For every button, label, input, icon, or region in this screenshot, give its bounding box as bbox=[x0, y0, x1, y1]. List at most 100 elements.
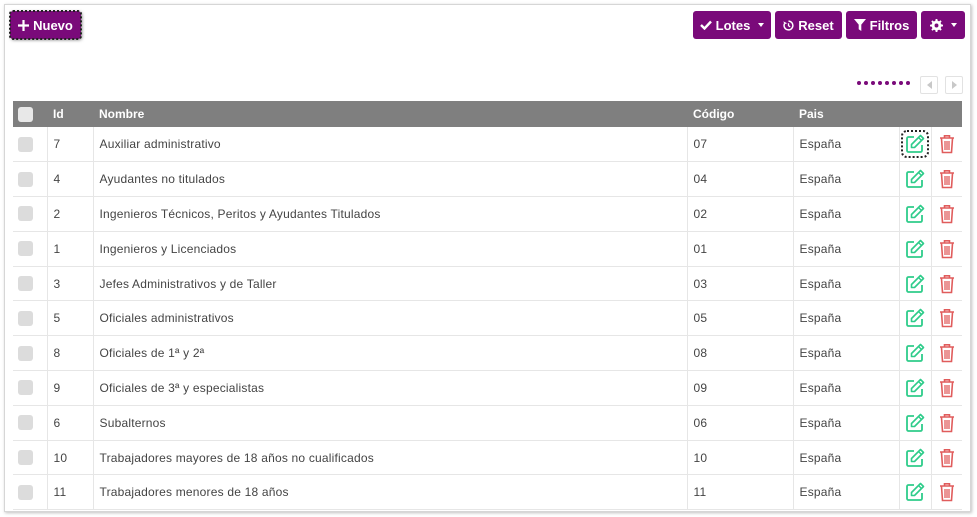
row-checkbox[interactable] bbox=[18, 241, 33, 257]
table-row[interactable]: 7 Auxiliar administrativo 07 España bbox=[13, 127, 962, 162]
new-button-label: Nuevo bbox=[33, 17, 73, 33]
cell-pais: España bbox=[793, 161, 900, 197]
trash-icon bbox=[939, 344, 954, 363]
row-checkbox[interactable] bbox=[18, 450, 33, 466]
delete-button[interactable] bbox=[935, 341, 959, 365]
cell-codigo: 08 bbox=[687, 335, 794, 371]
chevron-down-icon bbox=[758, 23, 765, 27]
grid-panel: Nuevo Lotes Reset Filtros Id Nombre Códi… bbox=[4, 4, 971, 512]
cell-nombre: Oficiales de 1ª y 2ª bbox=[93, 335, 688, 371]
row-checkbox[interactable] bbox=[18, 206, 33, 222]
funnel-icon bbox=[853, 19, 866, 31]
row-checkbox[interactable] bbox=[18, 380, 33, 396]
delete-button[interactable] bbox=[935, 167, 959, 191]
plus-icon bbox=[18, 19, 30, 31]
edit-button[interactable] bbox=[903, 376, 927, 400]
table-row[interactable]: 4 Ayudantes no titulados 04 España bbox=[13, 161, 962, 197]
edit-button[interactable] bbox=[903, 480, 927, 504]
cell-codigo: 01 bbox=[687, 231, 794, 267]
cell-nombre: Oficiales de 3ª y especialistas bbox=[93, 370, 688, 406]
col-header-codigo[interactable]: Código bbox=[687, 101, 793, 127]
chevron-down-icon bbox=[950, 23, 957, 27]
data-table: Id Nombre Código Pais 7 Auxiliar adminis… bbox=[13, 101, 962, 510]
reset-button[interactable]: Reset bbox=[775, 11, 842, 39]
chevron-left-icon bbox=[926, 81, 932, 89]
table-row[interactable]: 10 Trabajadores mayores de 18 años no cu… bbox=[13, 440, 962, 475]
history-icon bbox=[783, 19, 794, 31]
delete-button[interactable] bbox=[935, 411, 959, 435]
col-header-pais[interactable]: Pais bbox=[793, 101, 899, 127]
edit-button[interactable] bbox=[901, 130, 929, 159]
pencil-square-icon bbox=[906, 274, 925, 293]
pager-dots bbox=[857, 81, 910, 85]
edit-button[interactable] bbox=[903, 306, 927, 330]
settings-button[interactable] bbox=[921, 11, 965, 39]
cell-id: 10 bbox=[47, 440, 94, 475]
cell-codigo: 02 bbox=[687, 196, 794, 232]
cell-id: 8 bbox=[47, 335, 94, 371]
table-row[interactable]: 11 Trabajadores menores de 18 años 11 Es… bbox=[13, 474, 962, 510]
filters-button[interactable]: Filtros bbox=[846, 11, 917, 39]
row-checkbox[interactable] bbox=[18, 415, 33, 431]
trash-icon bbox=[939, 204, 954, 224]
trash-icon bbox=[939, 274, 954, 293]
edit-button[interactable] bbox=[903, 167, 927, 191]
pencil-square-icon bbox=[906, 343, 925, 363]
row-checkbox[interactable] bbox=[18, 171, 33, 187]
pencil-square-icon bbox=[906, 309, 925, 328]
row-checkbox[interactable] bbox=[18, 136, 33, 152]
table-row[interactable]: 8 Oficiales de 1ª y 2ª 08 España bbox=[13, 335, 962, 371]
delete-button[interactable] bbox=[935, 376, 959, 400]
new-button[interactable]: Nuevo bbox=[9, 10, 82, 40]
edit-button[interactable] bbox=[903, 411, 927, 435]
lotes-button[interactable]: Lotes bbox=[693, 11, 771, 39]
pager-prev-button[interactable] bbox=[920, 76, 938, 94]
col-header-id[interactable]: Id bbox=[47, 101, 93, 127]
lotes-button-label: Lotes bbox=[715, 17, 751, 33]
select-all-checkbox[interactable] bbox=[18, 106, 33, 122]
cell-id: 4 bbox=[47, 161, 94, 197]
delete-button[interactable] bbox=[935, 480, 959, 504]
table-row[interactable]: 1 Ingenieros y Licenciados 01 España bbox=[13, 231, 962, 267]
cell-codigo: 06 bbox=[687, 405, 794, 441]
cell-codigo: 04 bbox=[687, 161, 794, 197]
pager-next-button[interactable] bbox=[945, 76, 963, 94]
table-row[interactable]: 5 Oficiales administrativos 05 España bbox=[13, 300, 962, 336]
pencil-square-icon bbox=[906, 378, 925, 397]
edit-button[interactable] bbox=[903, 446, 927, 470]
cell-id: 11 bbox=[47, 474, 94, 510]
cell-nombre: Trabajadores mayores de 18 años no cuali… bbox=[93, 440, 688, 475]
edit-button[interactable] bbox=[903, 237, 927, 261]
table-row[interactable]: 3 Jefes Administrativos y de Taller 03 E… bbox=[13, 266, 962, 301]
cell-pais: España bbox=[793, 474, 900, 510]
row-checkbox[interactable] bbox=[18, 310, 33, 326]
delete-button[interactable] bbox=[935, 272, 959, 296]
delete-button[interactable] bbox=[935, 306, 959, 330]
row-checkbox[interactable] bbox=[18, 484, 33, 500]
cell-nombre: Ayudantes no titulados bbox=[93, 161, 688, 197]
table-row[interactable]: 6 Subalternos 06 España bbox=[13, 405, 962, 441]
cell-codigo: 10 bbox=[687, 440, 794, 475]
reset-button-label: Reset bbox=[798, 17, 834, 33]
delete-button[interactable] bbox=[935, 446, 959, 470]
edit-button[interactable] bbox=[903, 202, 927, 226]
table-row[interactable]: 9 Oficiales de 3ª y especialistas 09 Esp… bbox=[13, 370, 962, 406]
cell-nombre: Oficiales administrativos bbox=[93, 300, 688, 336]
row-checkbox[interactable] bbox=[18, 345, 33, 361]
delete-button[interactable] bbox=[935, 237, 959, 261]
row-checkbox[interactable] bbox=[18, 276, 33, 292]
edit-button[interactable] bbox=[903, 341, 927, 365]
pencil-square-icon bbox=[906, 448, 925, 467]
cell-nombre: Jefes Administrativos y de Taller bbox=[93, 266, 688, 301]
cell-id: 1 bbox=[47, 231, 94, 267]
cell-id: 9 bbox=[47, 370, 94, 406]
table-row[interactable]: 2 Ingenieros Técnicos, Peritos y Ayudant… bbox=[13, 196, 962, 232]
col-header-nombre[interactable]: Nombre bbox=[93, 101, 687, 127]
delete-button[interactable] bbox=[935, 202, 959, 226]
cell-pais: España bbox=[793, 127, 900, 162]
cell-id: 6 bbox=[47, 405, 94, 441]
cell-pais: España bbox=[793, 440, 900, 475]
delete-button[interactable] bbox=[935, 132, 959, 156]
edit-button[interactable] bbox=[903, 272, 927, 296]
cell-nombre: Ingenieros y Licenciados bbox=[93, 231, 688, 267]
